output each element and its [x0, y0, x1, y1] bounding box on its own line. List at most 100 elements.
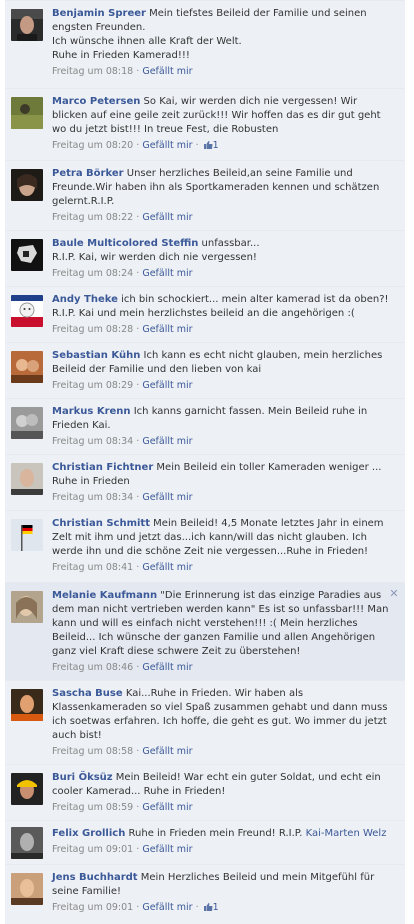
comment-author-link[interactable]: Jens Buchhardt	[52, 872, 138, 883]
avatar[interactable]	[11, 463, 43, 495]
comment-item: Marco Petersen So Kai, wir werden dich n…	[5, 88, 405, 160]
like-link[interactable]: Gefällt mir	[142, 268, 192, 279]
separator: ·	[136, 268, 140, 279]
separator: ·	[195, 140, 199, 151]
comment-item: Buri Öksüz Mein Beileid! War echt ein gu…	[5, 764, 405, 820]
comment-meta: Freitag um 08:28 · Gefällt mir	[52, 323, 391, 336]
separator: ·	[136, 66, 140, 77]
like-link[interactable]: Gefällt mir	[142, 324, 192, 335]
thumbs-up-icon	[203, 902, 213, 911]
avatar[interactable]	[11, 773, 43, 805]
separator: ·	[136, 562, 140, 573]
avatar[interactable]	[11, 407, 43, 439]
avatar[interactable]	[11, 97, 43, 129]
avatar[interactable]	[11, 519, 43, 551]
comment-author-link[interactable]: Melanie Kaufmann	[52, 590, 157, 601]
separator: ·	[136, 902, 140, 913]
comment-timestamp[interactable]: Freitag um 08:34	[52, 436, 133, 447]
avatar[interactable]	[11, 351, 43, 383]
comment-timestamp[interactable]: Freitag um 08:18	[52, 66, 133, 77]
comment-meta: Freitag um 09:01 · Gefällt mir · 1	[52, 901, 391, 914]
avatar[interactable]	[11, 169, 43, 201]
comment-author-link[interactable]: Petra Börker	[52, 168, 124, 179]
comment-author-link[interactable]: Benjamin Spreer	[52, 8, 146, 19]
avatar[interactable]	[11, 239, 43, 271]
like-count[interactable]: 1	[213, 140, 219, 151]
like-link[interactable]: Gefällt mir	[142, 746, 192, 757]
avatar[interactable]	[11, 689, 43, 721]
comment-timestamp[interactable]: Freitag um 09:01	[52, 902, 133, 913]
comment-meta: Freitag um 08:41 · Gefällt mir	[52, 561, 391, 574]
comment-item: Christian Fichtner Mein Beileid ein toll…	[5, 454, 405, 510]
avatar[interactable]	[11, 9, 43, 41]
like-link[interactable]: Gefällt mir	[142, 662, 192, 673]
like-link[interactable]: Gefällt mir	[142, 212, 192, 223]
comment-timestamp[interactable]: Freitag um 08:22	[52, 212, 133, 223]
comment-timestamp[interactable]: Freitag um 08:59	[52, 802, 133, 813]
like-link[interactable]: Gefällt mir	[142, 562, 192, 573]
avatar[interactable]	[11, 295, 43, 327]
comment-meta: Freitag um 08:24 · Gefällt mir	[52, 267, 391, 280]
comment-meta: Freitag um 08:18 · Gefällt mir	[52, 65, 391, 78]
comment-author-link[interactable]: Christian Schmitt	[52, 518, 150, 529]
comment-meta: Freitag um 08:34 · Gefällt mir	[52, 435, 391, 448]
like-link[interactable]: Gefällt mir	[142, 436, 192, 447]
like-link[interactable]: Gefällt mir	[142, 902, 192, 913]
comment-item: Andy Theke ich bin schockiert... mein al…	[5, 286, 405, 342]
comment-author-link[interactable]: Felix Grollich	[52, 828, 125, 839]
comment-author-link[interactable]: Sebastian Kühn	[52, 350, 140, 361]
separator: ·	[136, 844, 140, 855]
comment-item: Baule Multicolored Steffin unfassbar... …	[5, 230, 405, 286]
comment-timestamp[interactable]: Freitag um 08:20	[52, 140, 133, 151]
separator: ·	[136, 324, 140, 335]
comment-timestamp[interactable]: Freitag um 08:28	[52, 324, 133, 335]
comment-item: Markus Krenn Ich kanns garnicht fassen. …	[5, 398, 405, 454]
separator: ·	[136, 746, 140, 757]
comment-feed: Benjamin Spreer Mein tiefstes Beileid de…	[5, 0, 405, 924]
comment-item: Jens Buchhardt Mein Herzliches Beileid u…	[5, 864, 405, 924]
like-link[interactable]: Gefällt mir	[142, 140, 192, 151]
comment-meta: Freitag um 08:22 · Gefällt mir	[52, 211, 391, 224]
comment-author-link[interactable]: Sascha Buse	[52, 688, 123, 699]
comment-meta: Freitag um 08:46 · Gefällt mir	[52, 661, 391, 674]
separator: ·	[136, 140, 140, 151]
comment-author-link[interactable]: Markus Krenn	[52, 406, 131, 417]
comment-meta: Freitag um 08:59 · Gefällt mir	[52, 801, 391, 814]
comment-timestamp[interactable]: Freitag um 08:46	[52, 662, 133, 673]
like-link[interactable]: Gefällt mir	[142, 802, 192, 813]
separator: ·	[195, 902, 199, 913]
thumbs-up-icon	[203, 140, 213, 149]
comment-author-link[interactable]: Andy Theke	[52, 294, 118, 305]
avatar[interactable]	[11, 873, 43, 905]
comment-item: Felix Grollich Ruhe in Frieden mein Freu…	[5, 820, 405, 864]
comment-author-link[interactable]: Christian Fichtner	[52, 462, 153, 473]
comment-meta: Freitag um 08:34 · Gefällt mir	[52, 491, 391, 504]
comment-author-link[interactable]: Baule Multicolored Steffin	[52, 238, 198, 249]
comment-timestamp[interactable]: Freitag um 08:41	[52, 562, 133, 573]
mention-link[interactable]: Kai-Marten Welz	[306, 828, 387, 839]
like-link[interactable]: Gefällt mir	[142, 844, 192, 855]
comment-meta: Freitag um 08:29 · Gefällt mir	[52, 379, 391, 392]
separator: ·	[136, 380, 140, 391]
comment-item: Sebastian Kühn Ich kann es echt nicht gl…	[5, 342, 405, 398]
comment-timestamp[interactable]: Freitag um 08:24	[52, 268, 133, 279]
separator: ·	[136, 492, 140, 503]
comment-timestamp[interactable]: Freitag um 08:29	[52, 380, 133, 391]
comment-timestamp[interactable]: Freitag um 09:01	[52, 844, 133, 855]
like-link[interactable]: Gefällt mir	[142, 492, 192, 503]
like-link[interactable]: Gefällt mir	[142, 66, 192, 77]
comment-meta: Freitag um 08:58 · Gefällt mir	[52, 745, 391, 758]
comment-author-link[interactable]: Buri Öksüz	[52, 772, 113, 783]
comment-item: Christian Schmitt Mein Beileid! 4,5 Mona…	[5, 510, 405, 582]
comment-timestamp[interactable]: Freitag um 08:34	[52, 492, 133, 503]
separator: ·	[136, 662, 140, 673]
comment-timestamp[interactable]: Freitag um 08:58	[52, 746, 133, 757]
comment-item: Petra Börker Unser herzliches Beileid,an…	[5, 160, 405, 230]
comment-author-link[interactable]: Marco Petersen	[52, 96, 140, 107]
like-link[interactable]: Gefällt mir	[142, 380, 192, 391]
comment-item: ✕ Melanie Kaufmann "Die Erinnerung ist d…	[5, 582, 405, 680]
like-count[interactable]: 1	[213, 902, 219, 913]
avatar[interactable]	[11, 591, 43, 623]
avatar[interactable]	[11, 827, 43, 859]
comment-meta: Freitag um 08:20 · Gefällt mir · 1	[52, 139, 391, 152]
